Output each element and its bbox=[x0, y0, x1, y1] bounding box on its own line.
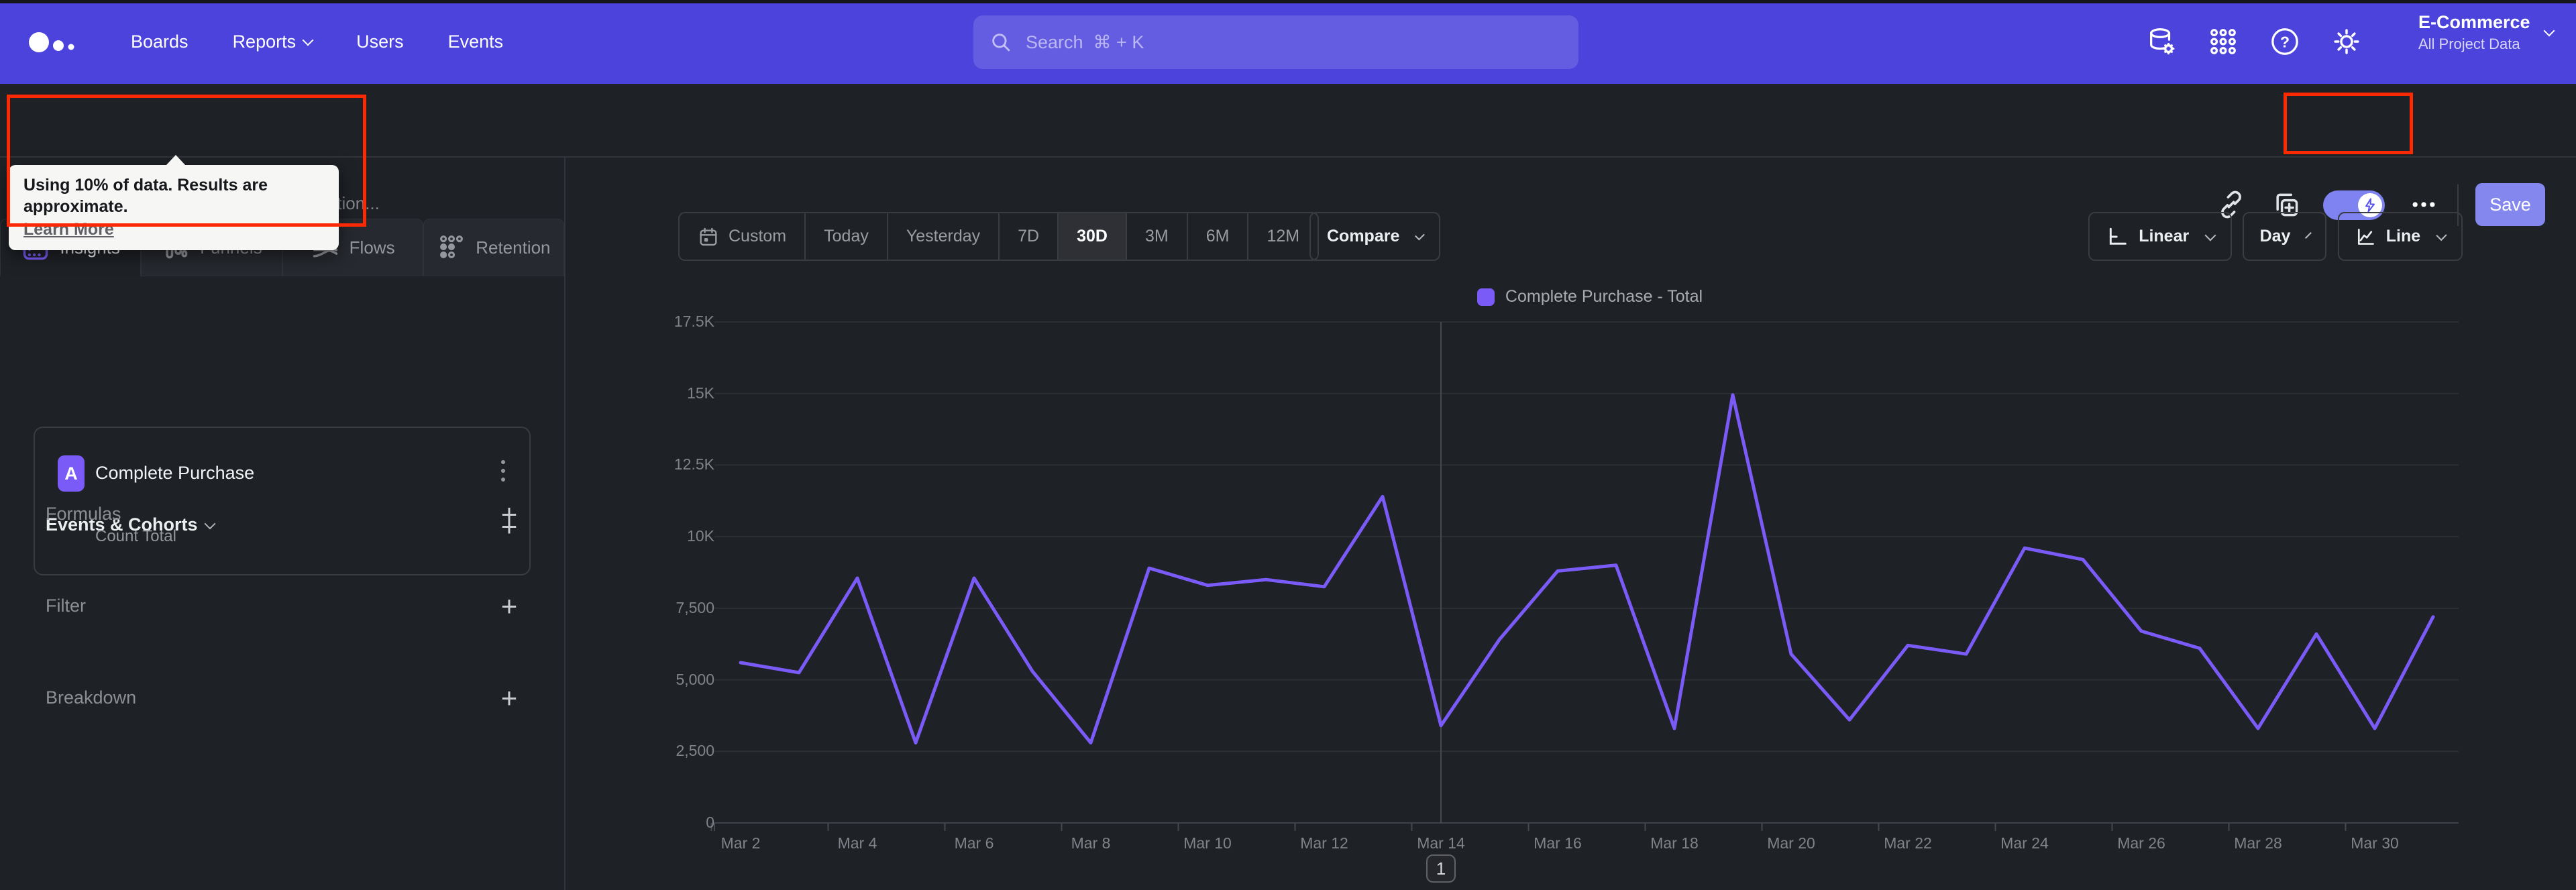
chart-legend[interactable]: Complete Purchase - Total bbox=[728, 287, 2452, 307]
x-tick-label: Mar 20 bbox=[1767, 834, 1815, 852]
formulas-label: Formulas bbox=[46, 504, 121, 524]
range-custom[interactable]: Custom bbox=[680, 213, 804, 260]
x-tick-label: Mar 22 bbox=[1884, 834, 1932, 852]
y-tick-label: 5,000 bbox=[676, 670, 714, 688]
filter-label: Filter bbox=[46, 596, 86, 616]
event-options-icon[interactable] bbox=[501, 460, 505, 482]
scale-dropdown[interactable]: Linear bbox=[2088, 212, 2232, 261]
save-button[interactable]: Save bbox=[2475, 183, 2545, 226]
event-metric[interactable]: Count Total bbox=[95, 527, 176, 546]
query-builder-panel: Insights Funnels Flows bbox=[0, 158, 566, 890]
x-tick-label: Mar 4 bbox=[837, 834, 877, 852]
line-chart-icon bbox=[2357, 228, 2374, 245]
mixpanel-insights-page: Boards Reports Users Events Search ⌘ + K… bbox=[0, 0, 2576, 890]
tab-label: Retention bbox=[476, 237, 551, 258]
calendar-icon bbox=[700, 227, 717, 245]
report-header-bar: Untitled Sampled + Add description... bbox=[0, 84, 2576, 226]
range-6m[interactable]: 6M bbox=[1186, 213, 1248, 260]
legend-label: Complete Purchase - Total bbox=[1505, 287, 1703, 306]
window-top-edge bbox=[0, 0, 2576, 3]
y-tick-label: 15K bbox=[687, 384, 714, 402]
x-tick-label: Mar 24 bbox=[2000, 834, 2049, 852]
tab-retention[interactable]: Retention bbox=[423, 219, 564, 276]
chevron-down-icon bbox=[2543, 25, 2555, 36]
x-tick-label: Mar 30 bbox=[2351, 834, 2399, 852]
lightning-bolt-icon bbox=[2365, 198, 2375, 213]
help-icon[interactable]: ? bbox=[2264, 21, 2306, 62]
y-tick-label: 12.5K bbox=[674, 455, 714, 474]
global-search[interactable] bbox=[973, 15, 1578, 69]
interval-dropdown[interactable]: Day bbox=[2243, 212, 2326, 261]
compare-button[interactable]: Compare bbox=[1309, 212, 1440, 261]
x-tick-label: Mar 10 bbox=[1183, 834, 1232, 852]
mixpanel-logo[interactable] bbox=[28, 27, 82, 57]
settings-gear-icon[interactable] bbox=[2326, 21, 2367, 62]
project-name: E-Commerce bbox=[2418, 12, 2530, 32]
learn-more-link[interactable]: Learn More bbox=[23, 220, 114, 239]
data-management-icon[interactable] bbox=[2141, 21, 2182, 62]
x-tick-label: Mar 6 bbox=[954, 834, 994, 852]
tab-label: Flows bbox=[349, 237, 395, 258]
mixpanel-logo-icon bbox=[29, 32, 74, 52]
top-nav-bar: Boards Reports Users Events Search ⌘ + K… bbox=[0, 0, 2576, 84]
event-card[interactable]: A Complete Purchase Count Total bbox=[34, 427, 531, 575]
add-formula-button[interactable]: + bbox=[494, 500, 524, 529]
y-tick-label: 0 bbox=[706, 814, 714, 831]
nav-item-reports[interactable]: Reports bbox=[233, 32, 314, 52]
search-icon bbox=[992, 34, 1010, 52]
x-tick-label: Mar 12 bbox=[1300, 834, 1348, 852]
range-12m[interactable]: 12M bbox=[1247, 213, 1318, 260]
y-tick-label: 2,500 bbox=[676, 742, 714, 760]
project-scope: All Project Data bbox=[2418, 36, 2520, 52]
x-tick-label: Mar 8 bbox=[1071, 834, 1111, 852]
chart-type-dropdown[interactable]: Line bbox=[2338, 212, 2463, 261]
y-tick-label: 7,500 bbox=[676, 598, 714, 616]
svg-text:?: ? bbox=[2280, 34, 2290, 51]
x-tick-label: Mar 18 bbox=[1650, 834, 1699, 852]
range-7d[interactable]: 7D bbox=[998, 213, 1057, 260]
event-name: Complete Purchase bbox=[95, 463, 255, 483]
nav-item-boards[interactable]: Boards bbox=[131, 32, 189, 52]
linear-axis-icon bbox=[2109, 227, 2127, 245]
event-series-badge: A bbox=[58, 455, 85, 492]
x-tick-label: Mar 16 bbox=[1534, 834, 1582, 852]
range-yesterday[interactable]: Yesterday bbox=[886, 213, 998, 260]
search-input[interactable] bbox=[1024, 31, 1497, 54]
retention-icon bbox=[440, 235, 464, 259]
annotation-marker-badge[interactable]: 1 bbox=[1426, 854, 1456, 883]
x-tick-label: Mar 28 bbox=[2234, 834, 2282, 852]
legend-swatch bbox=[1477, 288, 1495, 306]
x-tick-label: Mar 2 bbox=[720, 834, 761, 852]
x-tick-label: Mar 14 bbox=[1417, 834, 1465, 852]
add-breakdown-button[interactable]: + bbox=[494, 683, 524, 713]
tooltip-caret bbox=[166, 155, 186, 166]
breakdown-label: Breakdown bbox=[46, 687, 137, 708]
y-tick-label: 10K bbox=[687, 527, 714, 545]
date-range-control: Custom Today Yesterday 7D 30D 3M 6M 12M bbox=[678, 212, 1320, 261]
range-30d[interactable]: 30D bbox=[1057, 213, 1126, 260]
add-filter-button[interactable]: + bbox=[494, 592, 524, 621]
apps-grid-icon[interactable] bbox=[2202, 21, 2244, 62]
chevron-down-icon bbox=[302, 34, 314, 46]
sampling-tooltip: Using 10% of data. Results are approxima… bbox=[9, 155, 339, 250]
range-3m[interactable]: 3M bbox=[1125, 213, 1187, 260]
tooltip-text: Using 10% of data. Results are approxima… bbox=[23, 176, 268, 216]
series-line bbox=[739, 393, 2435, 744]
project-switcher[interactable]: E-Commerce All Project Data bbox=[2418, 12, 2555, 53]
x-tick-label: Mar 26 bbox=[2117, 834, 2165, 852]
nav-item-users[interactable]: Users bbox=[356, 32, 404, 52]
nav-icon-group: ? bbox=[2141, 21, 2367, 62]
nav-item-events[interactable]: Events bbox=[448, 32, 504, 52]
y-tick-label: 17.5K bbox=[674, 313, 714, 330]
range-today[interactable]: Today bbox=[804, 213, 887, 260]
